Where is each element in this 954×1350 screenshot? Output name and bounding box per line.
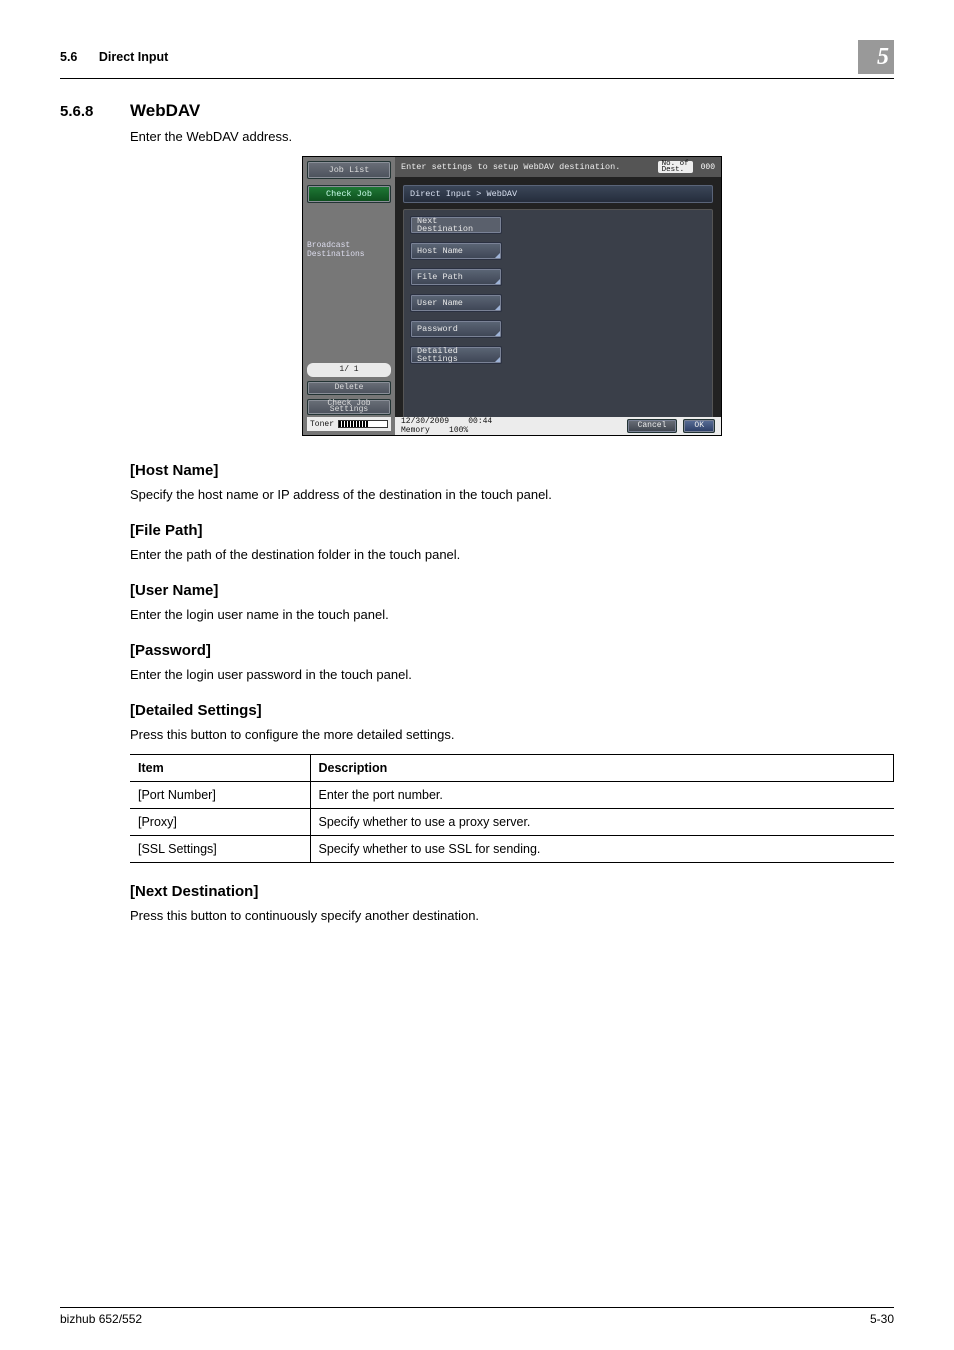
detailed-settings-text: Press this button to configure the more … xyxy=(130,727,894,742)
file-path-heading: [File Path] xyxy=(130,522,894,539)
check-job-settings-button[interactable]: Check Job Settings xyxy=(307,399,391,415)
dest-count-value: 000 xyxy=(701,163,715,172)
touch-panel-screenshot: Job List Check Job Broadcast Destination… xyxy=(302,156,722,436)
check-job-button[interactable]: Check Job xyxy=(307,185,391,203)
user-name-text: Enter the login user name in the touch p… xyxy=(130,607,894,622)
host-name-heading: [Host Name] xyxy=(130,462,894,479)
password-text: Enter the login user password in the tou… xyxy=(130,667,894,682)
dest-count-label: No. of Dest. xyxy=(658,161,693,173)
password-button[interactable]: Password xyxy=(410,320,502,338)
footer-right: 5-30 xyxy=(870,1312,894,1326)
corner-icon xyxy=(495,331,500,336)
toner-label: Toner xyxy=(310,420,334,429)
table-cell-desc: Enter the port number. xyxy=(310,782,894,809)
file-path-text: Enter the path of the destination folder… xyxy=(130,547,894,562)
host-name-text: Specify the host name or IP address of t… xyxy=(130,487,894,502)
host-name-label: Host Name xyxy=(417,246,463,256)
table-cell-item: [Port Number] xyxy=(130,782,310,809)
corner-icon xyxy=(495,279,500,284)
panel-main: Enter settings to setup WebDAV destinati… xyxy=(395,157,721,435)
broadcast-destinations-label: Broadcast Destinations xyxy=(303,241,395,259)
panel-instruction: Enter settings to setup WebDAV destinati… xyxy=(401,162,620,172)
page-indicator: 1/ 1 xyxy=(307,363,391,377)
next-destination-button[interactable]: Next Destination xyxy=(410,216,502,234)
cancel-button[interactable]: Cancel xyxy=(627,419,678,433)
toner-indicator: Toner xyxy=(307,417,391,431)
table-cell-desc: Specify whether to use a proxy server. xyxy=(310,809,894,836)
memory-value: 100% xyxy=(449,426,468,435)
user-name-button[interactable]: User Name xyxy=(410,294,502,312)
table-row: [Proxy] Specify whether to use a proxy s… xyxy=(130,809,894,836)
delete-button[interactable]: Delete xyxy=(307,381,391,395)
corner-icon xyxy=(495,357,500,362)
table-row: [Port Number] Enter the port number. xyxy=(130,782,894,809)
panel-top-bar: Enter settings to setup WebDAV destinati… xyxy=(395,157,721,177)
section-number: 5.6.8 xyxy=(60,103,130,120)
user-name-heading: [User Name] xyxy=(130,582,894,599)
host-name-button[interactable]: Host Name xyxy=(410,242,502,260)
section-title: WebDAV xyxy=(130,101,200,121)
section-heading: 5.6.8 WebDAV xyxy=(60,101,894,121)
header-left: 5.6 Direct Input xyxy=(60,50,168,64)
panel-left-sidebar: Job List Check Job Broadcast Destination… xyxy=(303,157,395,435)
section-intro: Enter the WebDAV address. xyxy=(130,129,894,144)
password-heading: [Password] xyxy=(130,642,894,659)
detailed-settings-label: Detailed Settings xyxy=(417,346,458,364)
corner-icon xyxy=(495,305,500,310)
ok-button[interactable]: OK xyxy=(683,419,715,433)
table-header-desc: Description xyxy=(310,755,894,782)
user-name-label: User Name xyxy=(417,298,463,308)
datetime-block: 12/30/2009 00:44 Memory 100% xyxy=(401,417,492,435)
header-section-number: 5.6 xyxy=(60,50,77,64)
panel-date: 12/30/2009 xyxy=(401,417,449,426)
page-footer: bizhub 652/552 5-30 xyxy=(60,1307,894,1326)
toner-bar xyxy=(338,420,388,428)
table-cell-item: [Proxy] xyxy=(130,809,310,836)
detailed-settings-button[interactable]: Detailed Settings xyxy=(410,346,502,364)
footer-left: bizhub 652/552 xyxy=(60,1312,142,1326)
table-cell-desc: Specify whether to use SSL for sending. xyxy=(310,836,894,863)
job-list-button[interactable]: Job List xyxy=(307,161,391,179)
corner-icon xyxy=(495,253,500,258)
file-path-button[interactable]: File Path xyxy=(410,268,502,286)
file-path-label: File Path xyxy=(417,272,463,282)
next-destination-text: Press this button to continuously specif… xyxy=(130,908,894,923)
header-section-title: Direct Input xyxy=(99,50,168,64)
chapter-number-box: 5 xyxy=(858,40,894,74)
page-header: 5.6 Direct Input 5 xyxy=(60,40,894,79)
memory-label: Memory xyxy=(401,426,430,435)
password-label: Password xyxy=(417,324,458,334)
panel-time: 00:44 xyxy=(468,417,492,426)
breadcrumb: Direct Input > WebDAV xyxy=(403,185,713,203)
detailed-settings-table: Item Description [Port Number] Enter the… xyxy=(130,754,894,863)
detailed-settings-heading: [Detailed Settings] xyxy=(130,702,894,719)
table-cell-item: [SSL Settings] xyxy=(130,836,310,863)
next-destination-heading: [Next Destination] xyxy=(130,883,894,900)
table-row: [SSL Settings] Specify whether to use SS… xyxy=(130,836,894,863)
panel-body: Next Destination Host Name File Path Use… xyxy=(403,209,713,429)
panel-bottom-bar: 12/30/2009 00:44 Memory 100% Cancel OK xyxy=(395,417,721,435)
table-header-item: Item xyxy=(130,755,310,782)
